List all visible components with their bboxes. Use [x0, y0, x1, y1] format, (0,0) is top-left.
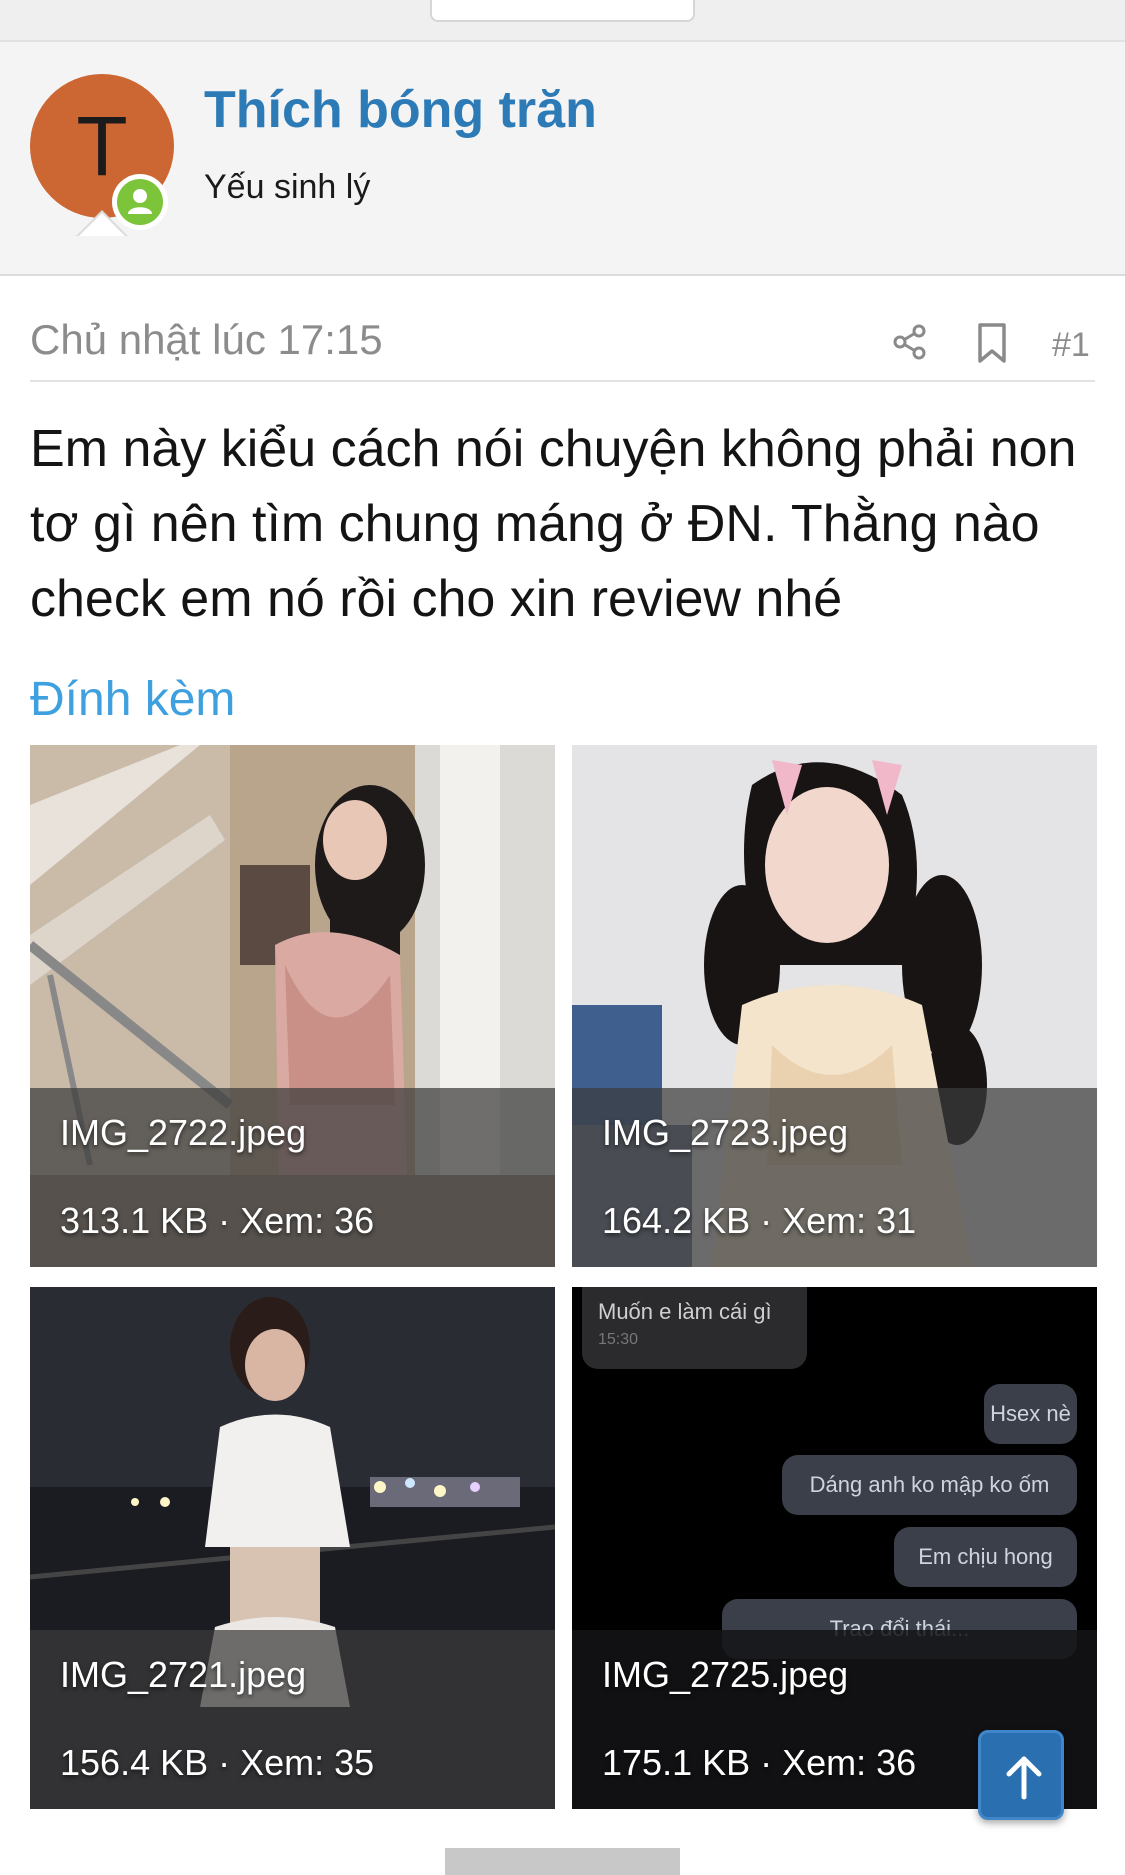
top-strip: [0, 0, 1125, 42]
user-header: T Thích bóng trăn Yếu sinh lý: [0, 42, 1125, 276]
chat-bubble-outgoing: Hsex nè: [984, 1384, 1077, 1444]
attachment-caption: IMG_2722.jpeg 313.1 KB · Xem: 36: [30, 1088, 555, 1267]
attachment-filename: IMG_2722.jpeg: [60, 1112, 307, 1153]
chat-incoming-time: 15:30: [598, 1331, 639, 1348]
attachment-filename: IMG_2721.jpeg: [60, 1654, 307, 1695]
attachment-meta: 175.1 KB · Xem: 36: [602, 1742, 917, 1783]
attachment-filename: IMG_2723.jpeg: [602, 1112, 849, 1153]
attachment-filename: IMG_2725.jpeg: [602, 1654, 849, 1695]
chat-bubble-incoming: Muốn e làm cái gì 15:30: [582, 1287, 807, 1369]
attachment-tile[interactable]: IMG_2722.jpeg 313.1 KB · Xem: 36: [30, 745, 555, 1267]
attachment-caption: IMG_2721.jpeg 156.4 KB · Xem: 35: [30, 1630, 555, 1809]
post-date[interactable]: Chủ nhật lúc 17:15: [30, 316, 383, 364]
top-tab-handle[interactable]: [430, 0, 695, 22]
attachment-meta: 313.1 KB · Xem: 36: [60, 1200, 375, 1241]
attachment-meta: 156.4 KB · Xem: 35: [60, 1742, 375, 1783]
header-caret-inner: [79, 213, 125, 236]
post-meta-row: Chủ nhật lúc 17:15 #1: [30, 300, 1095, 382]
post-body: Em này kiểu cách nói chuyện không phải n…: [30, 420, 1077, 628]
user-name[interactable]: Thích bóng trăn: [204, 80, 597, 140]
chat-bubble-outgoing: Dáng anh ko mập ko ốm: [782, 1455, 1077, 1515]
bookmark-icon[interactable]: [972, 322, 1012, 364]
bottom-tab-handle[interactable]: [445, 1848, 680, 1875]
attachment-caption: IMG_2723.jpeg 164.2 KB · Xem: 31: [572, 1088, 1097, 1267]
arrow-up-icon: [1006, 1756, 1042, 1800]
attachment-tile[interactable]: IMG_2723.jpeg 164.2 KB · Xem: 31: [572, 745, 1097, 1267]
user-title: Yếu sinh lý: [204, 168, 371, 206]
chat-incoming-text: Muốn e làm cái gì: [598, 1299, 772, 1324]
post-number[interactable]: #1: [1052, 326, 1090, 365]
share-icon[interactable]: [890, 322, 930, 362]
scroll-to-top-button[interactable]: [978, 1730, 1064, 1820]
attachment-tile[interactable]: IMG_2721.jpeg 156.4 KB · Xem: 35: [30, 1287, 555, 1809]
attachment-meta: 164.2 KB · Xem: 31: [602, 1200, 917, 1241]
attachments-title: Đính kèm: [30, 673, 236, 726]
chat-bubble-outgoing: Em chịu hong: [894, 1527, 1077, 1587]
